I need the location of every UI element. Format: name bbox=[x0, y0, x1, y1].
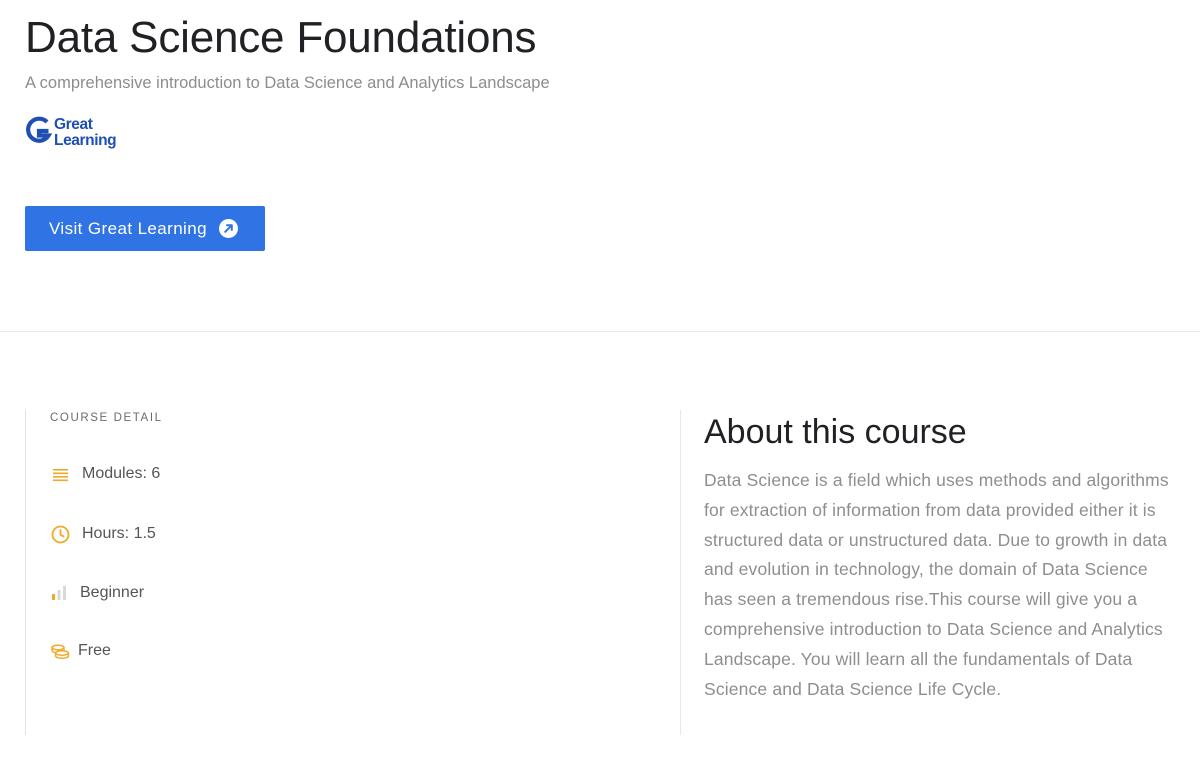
list-lines-icon bbox=[50, 463, 72, 485]
about-title: About this course bbox=[704, 413, 967, 451]
great-learning-logo: Great Learning bbox=[25, 113, 137, 153]
detail-hours: Hours: 1.5 bbox=[50, 522, 156, 546]
logo-line1: Great bbox=[54, 116, 93, 133]
about-description: Data Science is a field which uses metho… bbox=[704, 470, 1169, 699]
coins-icon bbox=[50, 640, 72, 662]
about-section: About this course Data Science is a fiel… bbox=[704, 410, 1174, 704]
detail-level: Beginner bbox=[50, 581, 144, 605]
level-label: Beginner bbox=[80, 584, 145, 601]
hours-label: Hours: 1.5 bbox=[82, 525, 156, 542]
page-title: Data Science Foundations bbox=[25, 13, 537, 62]
course-detail-panel: COURSE DETAIL Modules: 6 Hours: 1.5 Begi… bbox=[25, 410, 681, 735]
detail-price: Free bbox=[50, 639, 111, 663]
clock-icon bbox=[50, 523, 72, 545]
visit-great-learning-button[interactable]: Visit Great Learning bbox=[25, 206, 265, 251]
price-label: Free bbox=[78, 642, 111, 659]
course-subtitle: A comprehensive introduction to Data Sci… bbox=[25, 74, 550, 92]
visit-button-label: Visit Great Learning bbox=[49, 218, 207, 238]
column-divider bbox=[680, 410, 681, 735]
course-header: Data Science Foundations A comprehensive… bbox=[0, 0, 1200, 332]
logo-line2: Learning bbox=[54, 132, 116, 149]
modules-label: Modules: 6 bbox=[82, 465, 161, 482]
course-page: Data Science Foundations A comprehensive… bbox=[0, 0, 1200, 757]
course-detail-heading: COURSE DETAIL bbox=[50, 412, 163, 424]
external-link-arrow-icon bbox=[218, 218, 239, 239]
detail-modules: Modules: 6 bbox=[50, 462, 160, 486]
level-bars-icon bbox=[50, 582, 68, 604]
